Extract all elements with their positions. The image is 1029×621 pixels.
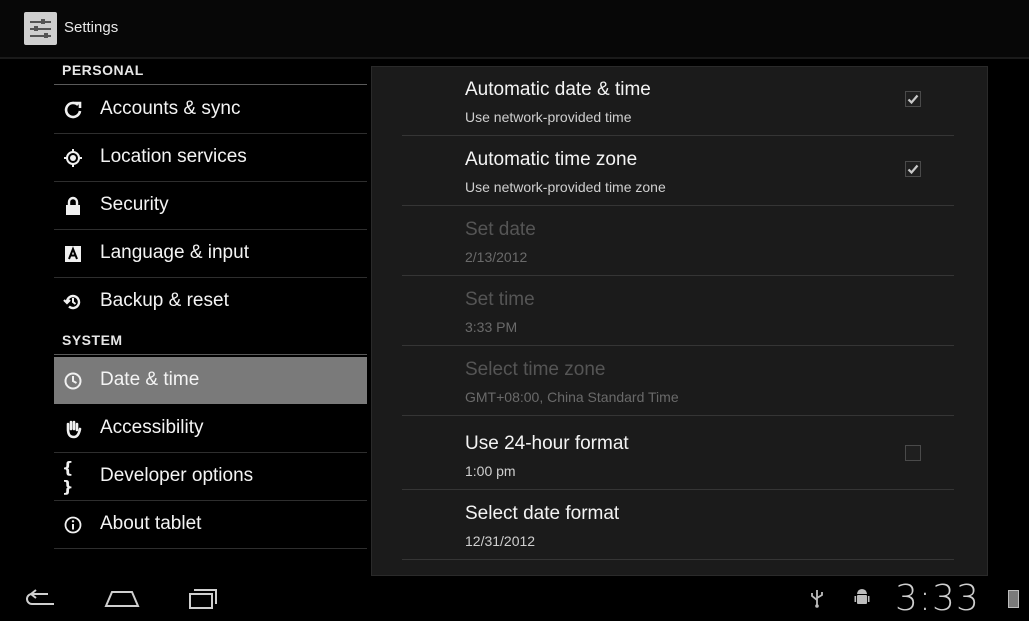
sidebar-item-location-services[interactable]: Location services [54,134,367,181]
sidebar-item-language-input[interactable]: Language & input [54,230,367,277]
lock-icon [62,195,84,217]
pref-select-date-format[interactable]: Select date format 12/31/2012 [402,491,954,560]
pref-title: Automatic date & time [465,79,651,100]
section-divider [54,354,367,355]
pref-summary: GMT+08:00, China Standard Time [465,389,679,405]
pref-title: Use 24-hour format [465,433,629,454]
hand-icon [62,418,84,440]
section-divider [54,84,367,85]
sidebar-item-about-tablet[interactable]: About tablet [54,501,367,548]
pref-automatic-time-zone[interactable]: Automatic time zone Use network-provided… [402,137,954,206]
pref-divider [402,415,954,416]
pref-title: Set date [465,219,536,240]
app-title: Settings [64,19,119,36]
pref-divider [402,489,954,490]
braces-icon: { } [62,458,74,496]
system-nav-bar: 3:33 [0,576,1029,621]
action-bar: Settings [0,0,1029,59]
pref-title: Set time [465,289,535,310]
recent-apps-icon[interactable] [182,584,222,612]
pref-summary: Use network-provided time [465,109,632,125]
pref-set-time: Set time 3:33 PM [402,277,954,346]
pref-summary: 3:33 PM [465,319,518,335]
pref-automatic-date-time[interactable]: Automatic date & time Use network-provid… [402,67,954,136]
section-header-system: SYSTEM [62,332,123,348]
sidebar-item-accounts-sync[interactable]: Accounts & sync [54,86,367,133]
sidebar-item-label: Backup & reset [100,290,229,311]
auto-date-time-checkbox[interactable] [905,91,921,107]
status-clock: 3:33 [895,578,980,619]
sidebar-item-label: Location services [100,146,247,167]
pref-use-24-hour-format[interactable]: Use 24-hour format 1:00 pm [402,421,954,490]
battery-icon [1008,590,1019,608]
sidebar-item-backup-reset[interactable]: Backup & reset [54,278,367,325]
pref-title: Select date format [465,503,620,524]
sidebar-item-label: Accounts & sync [100,98,241,119]
pref-divider [402,275,954,276]
sidebar-item-security[interactable]: Security [54,182,367,229]
auto-time-zone-checkbox[interactable] [905,161,921,177]
pref-select-time-zone: Select time zone GMT+08:00, China Standa… [402,347,954,416]
settings-sliders-icon[interactable] [24,12,57,45]
language-icon [62,243,84,265]
sidebar-item-label: Accessibility [100,417,204,438]
section-header-personal: PERSONAL [62,62,144,78]
use-24-hour-checkbox[interactable] [905,445,921,461]
sidebar-item-label: Security [100,194,169,215]
backup-icon [62,291,84,313]
usb-icon [810,588,824,613]
sync-icon [62,99,84,121]
pref-title: Select time zone [465,359,606,380]
pref-summary: 12/31/2012 [465,533,536,549]
sidebar-item-label: Language & input [100,242,249,263]
clock-icon [62,370,84,392]
pref-summary: 2/13/2012 [465,249,528,265]
pref-divider [402,559,954,560]
pref-set-date: Set date 2/13/2012 [402,207,954,276]
date-time-panel: Automatic date & time Use network-provid… [371,66,988,576]
sidebar-item-label: Date & time [100,369,200,390]
pref-divider [402,345,954,346]
sidebar-item-label: About tablet [100,513,202,534]
sidebar-item-developer-options[interactable]: { } Developer options [54,453,367,500]
pref-summary: 1:00 pm [465,463,516,479]
sidebar-item-accessibility[interactable]: Accessibility [54,405,367,452]
pref-title: Automatic time zone [465,149,638,170]
pref-divider [402,135,954,136]
pref-summary: Use network-provided time zone [465,179,666,195]
sidebar-item-label: Developer options [100,465,254,486]
android-debug-icon [854,588,870,613]
pref-divider [402,205,954,206]
info-icon [62,514,84,536]
back-icon[interactable] [20,584,60,612]
home-icon[interactable] [102,584,142,612]
sidebar-item-date-time[interactable]: Date & time [54,357,367,404]
list-divider [54,548,367,549]
location-icon [62,147,84,169]
